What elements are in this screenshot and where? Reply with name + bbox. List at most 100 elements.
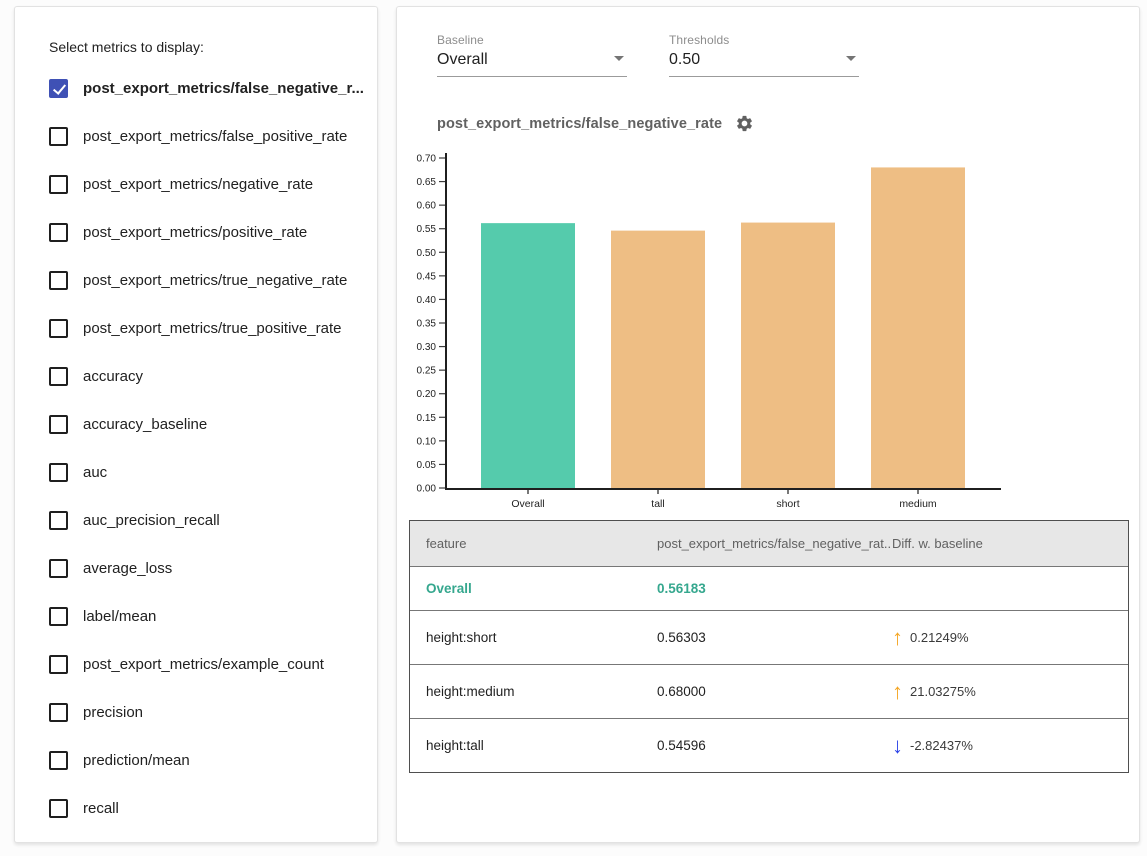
metric-checkbox-item-10[interactable]: average_loss — [49, 544, 369, 592]
feature-cell: Overall — [410, 581, 657, 596]
metric-checkbox-item-3[interactable]: post_export_metrics/positive_rate — [49, 208, 369, 256]
checkbox-unchecked-icon[interactable] — [49, 127, 68, 146]
thresholds-dropdown[interactable]: Thresholds 0.50 — [669, 33, 859, 77]
feature-cell: height:medium — [410, 684, 657, 699]
feature-cell: height:tall — [410, 738, 657, 753]
metric-checkbox-item-13[interactable]: precision — [49, 688, 369, 736]
x-axis-category-label: short — [776, 498, 799, 510]
metric-list: post_export_metrics/false_negative_r...p… — [49, 64, 369, 832]
checkbox-unchecked-icon[interactable] — [49, 559, 68, 578]
metric-label: precision — [83, 704, 143, 721]
metric-label: post_export_metrics/true_negative_rate — [83, 272, 347, 289]
metric-value-cell: 0.56183 — [657, 581, 892, 596]
checkbox-unchecked-icon[interactable] — [49, 607, 68, 626]
y-axis-tick-label: 0.55 — [417, 224, 437, 235]
metric-selector-panel: Select metrics to display: post_export_m… — [14, 6, 378, 843]
checkbox-unchecked-icon[interactable] — [49, 463, 68, 482]
thresholds-value[interactable]: 0.50 — [669, 47, 859, 77]
metric-label: post_export_metrics/false_positive_rate — [83, 128, 347, 145]
metric-checkbox-item-12[interactable]: post_export_metrics/example_count — [49, 640, 369, 688]
metric-checkbox-item-6[interactable]: accuracy — [49, 352, 369, 400]
baseline-dropdown[interactable]: Baseline Overall — [437, 33, 627, 77]
metric-label: label/mean — [83, 608, 156, 625]
y-axis-tick-label: 0.00 — [417, 484, 437, 495]
metric-label: post_export_metrics/positive_rate — [83, 224, 307, 241]
table-header-1: feature — [410, 536, 657, 551]
table-header-3: Diff. w. baseline — [892, 536, 1128, 551]
y-axis-tick-label: 0.45 — [417, 271, 437, 282]
diff-value: -2.82437% — [910, 738, 973, 753]
checkbox-unchecked-icon[interactable] — [49, 271, 68, 290]
metric-checkbox-item-0[interactable]: post_export_metrics/false_negative_r... — [49, 64, 369, 112]
metric-label: accuracy — [83, 368, 143, 385]
metric-checkbox-item-5[interactable]: post_export_metrics/true_positive_rate — [49, 304, 369, 352]
bar-short[interactable] — [741, 223, 835, 488]
sidebar-title: Select metrics to display: — [49, 39, 204, 55]
bar-Overall[interactable] — [481, 223, 575, 488]
checkbox-unchecked-icon[interactable] — [49, 703, 68, 722]
thresholds-label: Thresholds — [669, 33, 859, 47]
checkmark-icon — [53, 81, 66, 95]
bar-medium[interactable] — [871, 167, 965, 488]
diff-cell: ↑21.03275% — [892, 681, 1128, 703]
y-axis-tick-label: 0.05 — [417, 460, 437, 471]
checkbox-unchecked-icon[interactable] — [49, 175, 68, 194]
chevron-down-icon[interactable] — [614, 56, 624, 61]
metric-label: auc — [83, 464, 107, 481]
metric-checkbox-item-15[interactable]: recall — [49, 784, 369, 832]
thresholds-selected-option: 0.50 — [669, 51, 700, 68]
metric-value-cell: 0.68000 — [657, 684, 892, 699]
metric-checkbox-item-1[interactable]: post_export_metrics/false_positive_rate — [49, 112, 369, 160]
checkbox-unchecked-icon[interactable] — [49, 751, 68, 770]
arrow-up-icon: ↑ — [892, 681, 903, 703]
checkbox-unchecked-icon[interactable] — [49, 415, 68, 434]
y-axis-tick-label: 0.65 — [417, 177, 437, 188]
metric-checkbox-item-2[interactable]: post_export_metrics/negative_rate — [49, 160, 369, 208]
metric-value-cell: 0.56303 — [657, 630, 892, 645]
y-axis-tick-label: 0.35 — [417, 319, 437, 330]
metric-checkbox-item-14[interactable]: prediction/mean — [49, 736, 369, 784]
table-row-height:medium[interactable]: height:medium0.68000↑21.03275% — [410, 664, 1128, 718]
metric-checkbox-item-8[interactable]: auc — [49, 448, 369, 496]
y-axis-tick-label: 0.20 — [417, 389, 437, 400]
metric-label: post_export_metrics/negative_rate — [83, 176, 313, 193]
table-row-height:short[interactable]: height:short0.56303↑0.21249% — [410, 610, 1128, 664]
checkbox-unchecked-icon[interactable] — [49, 223, 68, 242]
metric-label: recall — [83, 800, 119, 817]
y-axis-tick-label: 0.10 — [417, 436, 437, 447]
metric-label: prediction/mean — [83, 752, 190, 769]
metric-checkbox-item-4[interactable]: post_export_metrics/true_negative_rate — [49, 256, 369, 304]
table-header-2: post_export_metrics/false_negative_rat..… — [657, 536, 892, 551]
y-axis-tick-label: 0.50 — [417, 248, 437, 259]
diff-value: 0.21249% — [910, 630, 969, 645]
metric-checkbox-item-11[interactable]: label/mean — [49, 592, 369, 640]
table-header-row: featurepost_export_metrics/false_negativ… — [410, 521, 1128, 566]
chevron-down-icon[interactable] — [846, 56, 856, 61]
baseline-selected-option: Overall — [437, 51, 488, 68]
metric-label: accuracy_baseline — [83, 416, 207, 433]
gear-icon[interactable] — [735, 114, 754, 133]
checkbox-unchecked-icon[interactable] — [49, 799, 68, 818]
baseline-value[interactable]: Overall — [437, 47, 627, 77]
metric-label: auc_precision_recall — [83, 512, 220, 529]
checkbox-unchecked-icon[interactable] — [49, 319, 68, 338]
bar-tall[interactable] — [611, 231, 705, 488]
metric-checkbox-item-7[interactable]: accuracy_baseline — [49, 400, 369, 448]
baseline-label: Baseline — [437, 33, 627, 47]
feature-cell: height:short — [410, 630, 657, 645]
table-row-Overall[interactable]: Overall0.56183 — [410, 566, 1128, 610]
x-axis-category-label: medium — [899, 498, 937, 510]
metric-checkbox-item-9[interactable]: auc_precision_recall — [49, 496, 369, 544]
y-axis-tick-label: 0.60 — [417, 201, 437, 212]
metric-value-cell: 0.54596 — [657, 738, 892, 753]
diff-cell: ↑0.21249% — [892, 627, 1128, 649]
table-row-height:tall[interactable]: height:tall0.54596↓-2.82437% — [410, 718, 1128, 772]
metric-label: post_export_metrics/false_negative_r... — [83, 80, 364, 97]
checkbox-unchecked-icon[interactable] — [49, 511, 68, 530]
y-axis-tick-label: 0.70 — [417, 154, 437, 165]
checkbox-checked-icon[interactable] — [49, 79, 68, 98]
diff-cell: ↓-2.82437% — [892, 735, 1128, 757]
checkbox-unchecked-icon[interactable] — [49, 655, 68, 674]
checkbox-unchecked-icon[interactable] — [49, 367, 68, 386]
metrics-display-panel: Baseline Overall Thresholds 0.50 post_ex… — [396, 6, 1140, 843]
